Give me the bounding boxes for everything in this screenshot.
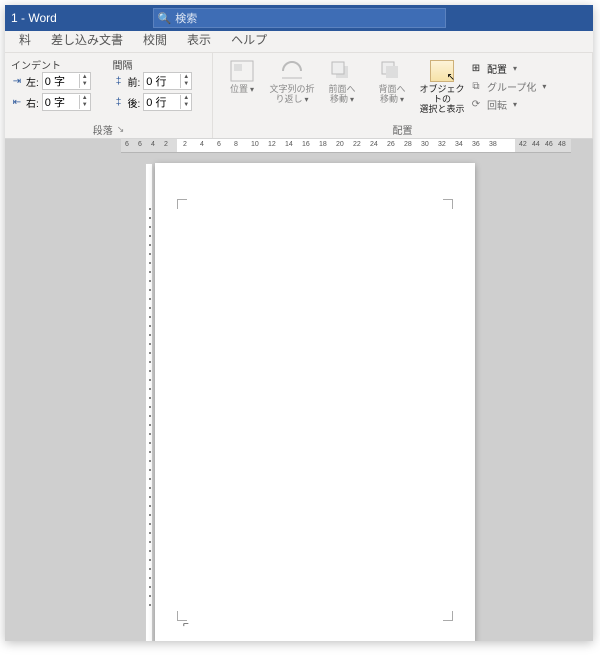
spacing-after-icon: ‡: [113, 97, 125, 108]
spacing-before-icon: ‡: [113, 76, 125, 87]
document-title: 1 - Word: [11, 11, 153, 25]
tab-view[interactable]: 表示: [177, 27, 221, 52]
spacing-after-input[interactable]: [144, 96, 180, 108]
paragraph-launcher-icon[interactable]: ↘: [117, 124, 125, 135]
spacing-after-label: 後:: [128, 95, 141, 110]
spin-down[interactable]: ▼: [181, 102, 191, 109]
spacing-before-label: 前:: [128, 74, 141, 89]
ribbon: インデント ⇥ 左: ▲▼ ⇤ 右: ▲▼: [5, 53, 593, 139]
search-box[interactable]: 🔍 検索: [153, 8, 446, 28]
send-backward-icon: [378, 59, 406, 83]
search-icon: 🔍: [158, 12, 172, 25]
ribbon-tabs: 料 差し込み文書 校閲 表示 ヘルプ: [5, 31, 593, 53]
send-backward-button[interactable]: 背面へ 移動▾: [369, 59, 415, 105]
align-button[interactable]: ⊞配置▾: [469, 61, 546, 76]
indent-right-icon: ⇤: [11, 97, 23, 108]
spacing-header: 間隔: [113, 57, 207, 69]
selection-pane-icon: ↖: [428, 59, 456, 83]
spacing-before-spinner[interactable]: ▲▼: [143, 72, 192, 90]
wrap-text-icon: [278, 59, 306, 83]
spacing-before-input[interactable]: [144, 75, 180, 87]
spin-down[interactable]: ▼: [181, 81, 191, 88]
rotate-icon: ⟳: [469, 99, 483, 110]
margin-marker-tl: [177, 199, 187, 209]
margin-marker-br: [443, 611, 453, 621]
margin-marker-tr: [443, 199, 453, 209]
vertical-ruler[interactable]: [145, 163, 153, 641]
text-cursor: ⌐: [183, 619, 189, 630]
indent-header: インデント: [11, 57, 105, 69]
group-arrange: 位置▾ 文字列の折 り返し▾ 前面へ 移動▾ 背面へ 移動▾ ↖: [213, 53, 593, 138]
tab-mailings[interactable]: 差し込み文書: [41, 27, 133, 52]
page[interactable]: ⌐: [155, 163, 475, 641]
group-arrange-title: 配置: [219, 122, 586, 136]
indent-left-label: 左:: [26, 74, 39, 89]
wrap-text-button[interactable]: 文字列の折 り返し▾: [269, 59, 315, 105]
document-area: 6642246810121416182022242628303234363842…: [5, 139, 593, 641]
bring-forward-button[interactable]: 前面へ 移動▾: [319, 59, 365, 105]
indent-left-spinner[interactable]: ▲▼: [42, 72, 91, 90]
rotate-button[interactable]: ⟳回転▾: [469, 97, 546, 112]
cursor-icon: ↖: [447, 72, 455, 83]
indent-left-icon: ⇥: [11, 76, 23, 87]
indent-right-label: 右:: [26, 95, 39, 110]
tab-help[interactable]: ヘルプ: [221, 27, 277, 52]
horizontal-ruler[interactable]: 6642246810121416182022242628303234363842…: [121, 139, 571, 153]
tab-review[interactable]: 校閲: [133, 27, 177, 52]
align-icon: ⊞: [469, 63, 483, 74]
position-icon: [228, 59, 256, 83]
group-icon: ⧉: [469, 81, 483, 92]
bring-forward-icon: [328, 59, 356, 83]
group-paragraph-title: 段落: [93, 122, 113, 137]
spin-up[interactable]: ▲: [181, 74, 191, 81]
spacing-after-spinner[interactable]: ▲▼: [143, 93, 192, 111]
indent-right-input[interactable]: [43, 96, 79, 108]
group-paragraph: インデント ⇥ 左: ▲▼ ⇤ 右: ▲▼: [5, 53, 213, 138]
group-button[interactable]: ⧉グループ化▾: [469, 79, 546, 94]
spin-down[interactable]: ▼: [80, 81, 90, 88]
selection-pane-button[interactable]: ↖ オブジェクトの 選択と表示: [419, 59, 465, 114]
search-placeholder: 検索: [175, 10, 197, 26]
indent-right-spinner[interactable]: ▲▼: [42, 93, 91, 111]
indent-left-input[interactable]: [43, 75, 79, 87]
spin-down[interactable]: ▼: [80, 102, 90, 109]
spin-up[interactable]: ▲: [181, 95, 191, 102]
position-button[interactable]: 位置▾: [219, 59, 265, 95]
tab-references-partial[interactable]: 料: [9, 27, 41, 52]
spin-up[interactable]: ▲: [80, 95, 90, 102]
spin-up[interactable]: ▲: [80, 74, 90, 81]
